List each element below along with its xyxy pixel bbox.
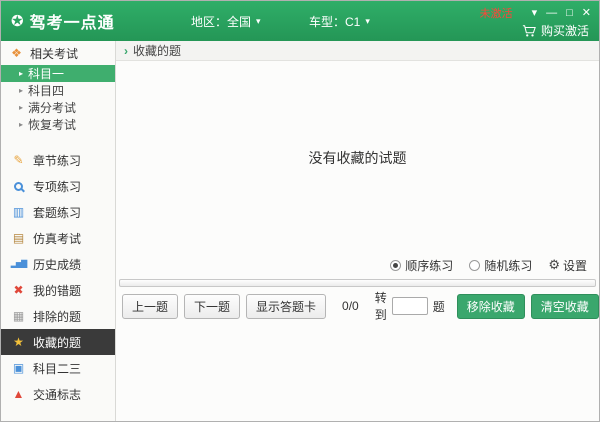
sidebar-item-history-scores[interactable]: ▂▅▇ 历史成绩 <box>1 251 115 277</box>
arrow-right-icon: ▸ <box>19 120 23 129</box>
sidebar-item-label: 历史成绩 <box>33 256 81 273</box>
sidebar-item-simulation-exam[interactable]: ▤ 仿真考试 <box>1 225 115 251</box>
app-title: 驾考一点通 <box>30 9 115 33</box>
sidebar-item-recovery-exam[interactable]: ▸ 恢复考试 <box>1 116 115 133</box>
goto-question-input[interactable] <box>392 297 428 315</box>
empty-message: 没有收藏的试题 <box>309 148 407 168</box>
settings-button[interactable]: ⚙ 设置 <box>548 257 587 274</box>
pencil-icon: ✎ <box>11 154 26 166</box>
breadcrumb-label: 收藏的题 <box>133 42 181 59</box>
cross-icon: ✖ <box>11 284 26 296</box>
sidebar-item-label: 科目一 <box>28 65 64 82</box>
settings-label: 设置 <box>563 257 587 274</box>
breadcrumb: › 收藏的题 <box>116 41 599 61</box>
sidebar-item-chapter-practice[interactable]: ✎ 章节练习 <box>1 147 115 173</box>
breadcrumb-arrow-icon: › <box>124 44 128 58</box>
buy-activation-button[interactable]: 购买激活 <box>522 22 589 39</box>
cartype-label: 车型：C1 <box>309 13 360 30</box>
bottom-toolbar: 上一题 下一题 显示答题卡 0/0 转到 题 移除收藏 清空收藏 本题解析 <box>116 291 599 321</box>
arrow-right-icon: ▸ <box>19 69 23 78</box>
minimize-icon[interactable]: — <box>546 8 557 19</box>
gear-icon: ⚙ <box>548 257 560 273</box>
sidebar-item-wrong-questions[interactable]: ✖ 我的错题 <box>1 277 115 303</box>
chevron-down-icon: ▾ <box>256 16 261 27</box>
random-practice-label: 随机练习 <box>484 257 532 274</box>
goto-question-group: 转到 题 <box>375 289 445 323</box>
sidebar-item-label: 恢复考试 <box>28 116 76 133</box>
sidebar-item-label: 排除的题 <box>33 308 81 325</box>
show-answer-card-button[interactable]: 显示答题卡 <box>246 294 326 319</box>
sidebar-item-traffic-signs[interactable]: ▲ 交通标志 <box>1 381 115 407</box>
close-icon[interactable]: ✕ <box>582 8 591 19</box>
logo-icon: ✪ <box>11 12 24 30</box>
previous-question-button[interactable]: 上一题 <box>122 294 178 319</box>
question-counter: 0/0 <box>342 299 359 313</box>
progress-bar <box>119 279 596 287</box>
app-logo: ✪ 驾考一点通 <box>11 1 115 41</box>
sidebar-item-label: 科目四 <box>28 82 64 99</box>
sidebar-item-label: 套题练习 <box>33 204 81 221</box>
sidebar-item-label: 交通标志 <box>33 386 81 403</box>
next-question-button[interactable]: 下一题 <box>184 294 240 319</box>
arrow-right-icon: ▸ <box>19 103 23 112</box>
sidebar-group-related-exams[interactable]: ❖ 相关考试 <box>1 41 115 65</box>
related-exams-icon: ❖ <box>9 47 24 59</box>
bottom-filler <box>116 321 599 421</box>
arrow-right-icon: ▸ <box>19 86 23 95</box>
sequential-practice-radio[interactable]: 顺序练习 <box>390 257 453 274</box>
cartype-selector[interactable]: 车型：C1 ▾ <box>309 1 370 41</box>
sequential-practice-label: 顺序练习 <box>405 257 453 274</box>
sidebar: ❖ 相关考试 ▸ 科目一 ▸ 科目四 ▸ 满分考试 ▸ 恢复考试 ✎ <box>1 41 116 421</box>
chevron-down-icon: ▾ <box>365 16 370 27</box>
excluded-list-icon: ▦ <box>11 310 26 322</box>
radio-checked-icon <box>390 260 401 271</box>
remove-favorite-button[interactable]: 移除收藏 <box>457 294 525 319</box>
activation-badge[interactable]: 未激活 <box>480 5 513 21</box>
sidebar-item-label: 我的错题 <box>33 282 81 299</box>
main-panel: › 收藏的题 没有收藏的试题 顺序练习 随机练习 ⚙ 设置 <box>116 41 599 421</box>
region-label: 地区：全国 <box>191 13 251 30</box>
app-body: ❖ 相关考试 ▸ 科目一 ▸ 科目四 ▸ 满分考试 ▸ 恢复考试 ✎ <box>1 41 599 421</box>
random-practice-radio[interactable]: 随机练习 <box>469 257 532 274</box>
question-area: 没有收藏的试题 <box>116 61 599 254</box>
sidebar-item-label: 满分考试 <box>28 99 76 116</box>
sidebar-item-subject1[interactable]: ▸ 科目一 <box>1 65 115 82</box>
sidebar-item-subject4[interactable]: ▸ 科目四 <box>1 82 115 99</box>
sidebar-item-label: 收藏的题 <box>33 334 81 351</box>
sidebar-item-label: 章节练习 <box>33 152 81 169</box>
sidebar-item-set-practice[interactable]: ▥ 套题练习 <box>1 199 115 225</box>
chart-icon: ▥ <box>11 206 26 218</box>
sidebar-item-label: 专项练习 <box>33 178 81 195</box>
traffic-sign-icon: ▲ <box>11 388 26 400</box>
clear-favorites-button[interactable]: 清空收藏 <box>531 294 599 319</box>
bar-chart-icon: ▂▅▇ <box>11 260 26 268</box>
titlebar-right: 未激活 ▾ — □ ✕ <box>480 5 591 21</box>
sidebar-item-favorite-questions[interactable]: ★ 收藏的题 <box>1 329 115 355</box>
sidebar-item-special-practice[interactable]: 专项练习 <box>1 173 115 199</box>
sidebar-group-label: 相关考试 <box>30 45 78 62</box>
sidebar-item-excluded-questions[interactable]: ▦ 排除的题 <box>1 303 115 329</box>
cart-icon <box>522 24 536 38</box>
sidebar-item-fullscore-exam[interactable]: ▸ 满分考试 <box>1 99 115 116</box>
titlebar: ✪ 驾考一点通 地区：全国 ▾ 车型：C1 ▾ 未激活 ▾ — □ ✕ 购买激活 <box>1 1 599 41</box>
sidebar-divider <box>1 133 115 147</box>
practice-mode-row: 顺序练习 随机练习 ⚙ 设置 <box>116 254 599 276</box>
goto-suffix-label: 题 <box>433 298 445 315</box>
magnifier-icon <box>11 182 26 191</box>
exam-paper-icon: ▤ <box>11 232 26 244</box>
star-icon: ★ <box>11 336 26 348</box>
region-selector[interactable]: 地区：全国 ▾ <box>191 1 261 41</box>
goto-prefix-label: 转到 <box>375 289 387 323</box>
sidebar-item-label: 仿真考试 <box>33 230 81 247</box>
menu-icon[interactable]: ▾ <box>532 8 538 19</box>
maximize-icon[interactable]: □ <box>566 8 573 19</box>
app-window: ✪ 驾考一点通 地区：全国 ▾ 车型：C1 ▾ 未激活 ▾ — □ ✕ 购买激活… <box>0 0 600 422</box>
buy-activation-label: 购买激活 <box>541 22 589 39</box>
sidebar-item-label: 科目二三 <box>33 360 81 377</box>
radio-unchecked-icon <box>469 260 480 271</box>
subjects-icon: ▣ <box>11 362 26 374</box>
sidebar-item-subjects-2-3[interactable]: ▣ 科目二三 <box>1 355 115 381</box>
